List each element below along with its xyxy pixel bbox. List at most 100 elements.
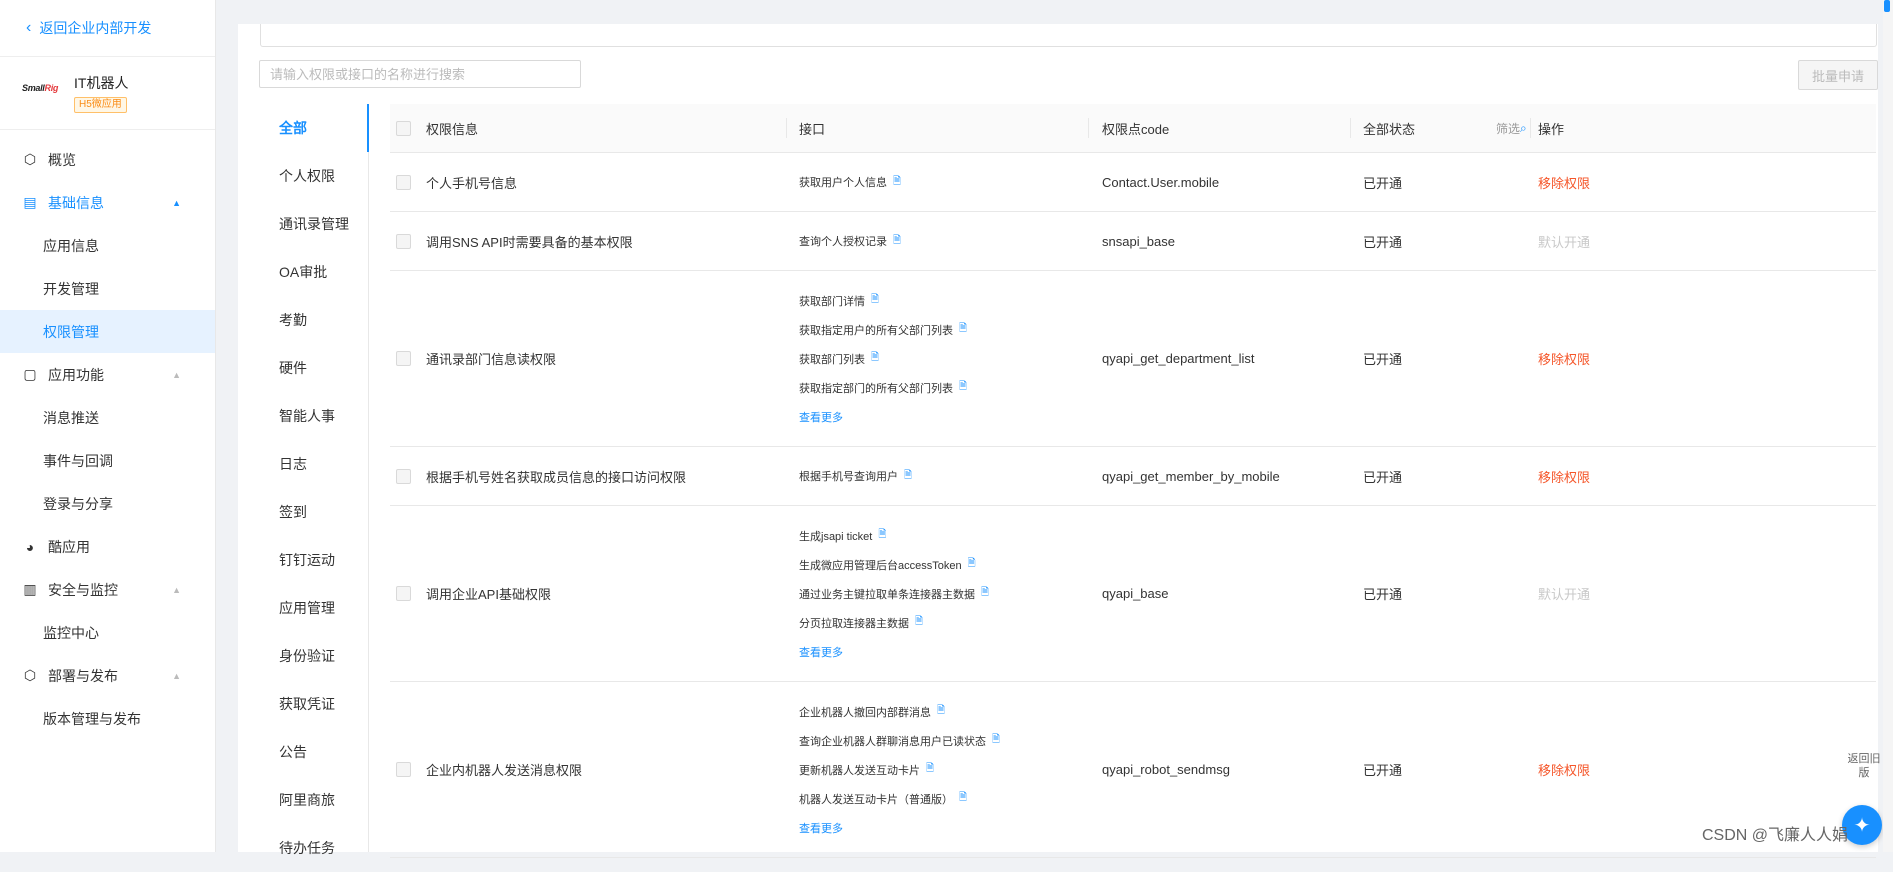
api-doc-icon[interactable]: 🗎	[893, 174, 901, 191]
header-action: 操作	[1538, 121, 1565, 137]
sidebar-item[interactable]: 权限管理	[0, 310, 215, 353]
row-checkbox[interactable]	[396, 233, 411, 249]
sidebar-group-label: 基础信息	[48, 194, 104, 211]
api-doc-icon[interactable]: 🗎	[981, 585, 989, 602]
sidebar-group-2[interactable]: ▢ 应用功能 ▲	[0, 353, 215, 396]
api-list: 企业机器人撤回内部群消息 🗎 查询企业机器人群聊消息用户已读状态 🗎 更新机器人发送互动…	[799, 682, 1000, 857]
category-tab[interactable]: 智能人事	[258, 392, 368, 440]
api-list: 获取部门详情 🗎 获取指定用户的所有父部门列表 🗎 获取部门列表 🗎 获取指定部门的所有父部…	[799, 271, 967, 446]
scrollbar-thumb[interactable]	[1884, 0, 1890, 12]
api-doc-icon[interactable]: 🗎	[937, 703, 945, 720]
back-to-old-version[interactable]: 返回旧版	[1847, 752, 1881, 780]
api-doc-icon[interactable]: 🗎	[915, 614, 923, 631]
category-tab[interactable]: 公告	[258, 728, 368, 776]
api-doc-icon[interactable]: 🗎	[992, 732, 1000, 749]
api-list: 获取用户个人信息 🗎	[799, 153, 901, 211]
api-item: 查询个人授权记录 🗎	[799, 227, 901, 256]
app-function-icon: ▢	[23, 366, 37, 382]
api-doc-icon[interactable]: 🗎	[926, 761, 934, 778]
api-doc-icon[interactable]: 🗎	[968, 556, 976, 573]
category-tab[interactable]: 应用管理	[258, 584, 368, 632]
row-checkbox[interactable]	[396, 586, 411, 601]
api-doc-icon[interactable]: 🗎	[959, 790, 967, 807]
sidebar-group-label: 部署与发布	[48, 667, 118, 684]
row-checkbox[interactable]	[396, 762, 411, 777]
api-doc-icon[interactable]: 🗎	[871, 350, 879, 367]
api-name: 获取用户个人信息	[799, 177, 887, 189]
sidebar-item[interactable]: 登录与分享	[0, 482, 215, 525]
header-status: 全部状态	[1363, 121, 1416, 137]
api-name: 生成jsapi ticket	[799, 530, 873, 543]
sidebar-group-1[interactable]: ▤ 基础信息 ▲	[0, 181, 215, 224]
default-enabled-label: 默认开通	[1538, 234, 1591, 250]
row-checkbox[interactable]	[396, 468, 411, 484]
cube-icon: ⬡	[23, 151, 37, 167]
row-checkbox[interactable]	[396, 351, 411, 366]
remove-permission-link[interactable]: 移除权限	[1538, 447, 1590, 505]
category-tab[interactable]: 个人权限	[258, 152, 368, 200]
sidebar-item[interactable]: 消息推送	[0, 396, 215, 439]
category-tab[interactable]: 待办任务	[258, 824, 368, 872]
api-doc-icon[interactable]: 🗎	[959, 321, 967, 338]
sidebar-item[interactable]: 监控中心	[0, 611, 215, 654]
api-name: 获取指定部门的所有父部门列表	[799, 382, 953, 395]
api-doc-icon[interactable]: 🗎	[904, 468, 912, 485]
category-tab[interactable]: 获取凭证	[258, 680, 368, 728]
view-more-link[interactable]: 查看更多	[799, 637, 989, 666]
category-tab[interactable]: 硬件	[258, 344, 368, 392]
table-header: 权限信息 接口 权限点code 全部状态 筛选 ⌕ 操作	[390, 104, 1876, 153]
scrollbar[interactable]	[1883, 0, 1893, 852]
remove-permission-link[interactable]: 移除权限	[1538, 682, 1590, 857]
permission-search-input[interactable]	[259, 60, 581, 88]
api-name: 通过业务主键拉取单条连接器主数据	[799, 588, 975, 601]
status-filter[interactable]: 筛选 ⌕	[1496, 104, 1527, 152]
sidebar-item[interactable]: 事件与回调	[0, 439, 215, 482]
category-tab[interactable]: 阿里商旅	[258, 776, 368, 824]
sidebar-item[interactable]: 开发管理	[0, 267, 215, 310]
row-checkbox[interactable]	[396, 174, 411, 190]
permission-table: 权限信息 接口 权限点code 全部状态 筛选 ⌕ 操作 个人手机号信息 获取用户…	[390, 104, 1876, 858]
api-item: 通过业务主键拉取单条连接器主数据 🗎	[799, 579, 989, 608]
header-api: 接口	[799, 121, 826, 137]
api-doc-icon[interactable]: 🗎	[959, 379, 967, 396]
category-tab[interactable]: 身份验证	[258, 632, 368, 680]
category-tab[interactable]: 签到	[258, 488, 368, 536]
category-tab[interactable]: 全部	[258, 104, 369, 152]
category-tab[interactable]: 通讯录管理	[258, 200, 368, 248]
back-link[interactable]: ‹ 返回企业内部开发	[0, 0, 215, 57]
search-icon: ⌕	[1520, 120, 1527, 135]
category-tab[interactable]: 日志	[258, 440, 368, 488]
sidebar-item[interactable]: 版本管理与发布	[0, 697, 215, 740]
api-name: 获取部门详情	[799, 295, 865, 308]
sidebar-group-0[interactable]: ⬡ 概览	[0, 138, 215, 181]
category-tab[interactable]: 钉钉运动	[258, 536, 368, 584]
status-text: 已开通	[1363, 352, 1403, 367]
permission-code: qyapi_get_department_list	[1102, 351, 1255, 366]
sidebar-group-5[interactable]: ⬡ 部署与发布 ▲	[0, 654, 215, 697]
filter-label: 筛选	[1496, 121, 1521, 136]
sidebar-item[interactable]: 应用信息	[0, 224, 215, 267]
remove-permission-link[interactable]: 移除权限	[1538, 271, 1590, 446]
api-doc-icon[interactable]: 🗎	[878, 527, 886, 544]
remove-permission-link[interactable]: 移除权限	[1538, 153, 1590, 211]
category-tab[interactable]: 考勤	[258, 296, 368, 344]
view-more-link[interactable]: 查看更多	[799, 402, 967, 431]
batch-apply-button[interactable]: 批量申请	[1798, 60, 1878, 90]
api-doc-icon[interactable]: 🗎	[871, 292, 879, 309]
category-tab[interactable]: OA审批	[258, 248, 368, 296]
status-text: 已开通	[1363, 587, 1403, 602]
permission-name: 个人手机号信息	[426, 175, 518, 191]
table-row: 通讯录部门信息读权限 获取部门详情 🗎 获取指定用户的所有父部门列表 🗎 获取部门列表 🗎 获…	[390, 271, 1876, 447]
api-doc-icon[interactable]: 🗎	[893, 233, 901, 250]
header-permission-info: 权限信息	[426, 121, 479, 137]
view-more-link[interactable]: 查看更多	[799, 813, 1000, 842]
select-all-checkbox[interactable]	[396, 120, 411, 136]
sidebar-group-label: 酷应用	[48, 538, 90, 555]
caret-up-icon: ▲	[172, 369, 181, 380]
sidebar-group-4[interactable]: ▥ 安全与监控 ▲	[0, 568, 215, 611]
permission-name: 通讯录部门信息读权限	[426, 352, 557, 367]
sidebar-group-3[interactable]: ◕ 酷应用	[0, 525, 215, 568]
api-item: 生成微应用管理后台accessToken 🗎	[799, 550, 989, 579]
document-icon: ▤	[23, 194, 37, 210]
api-name: 生成微应用管理后台accessToken	[799, 559, 962, 572]
